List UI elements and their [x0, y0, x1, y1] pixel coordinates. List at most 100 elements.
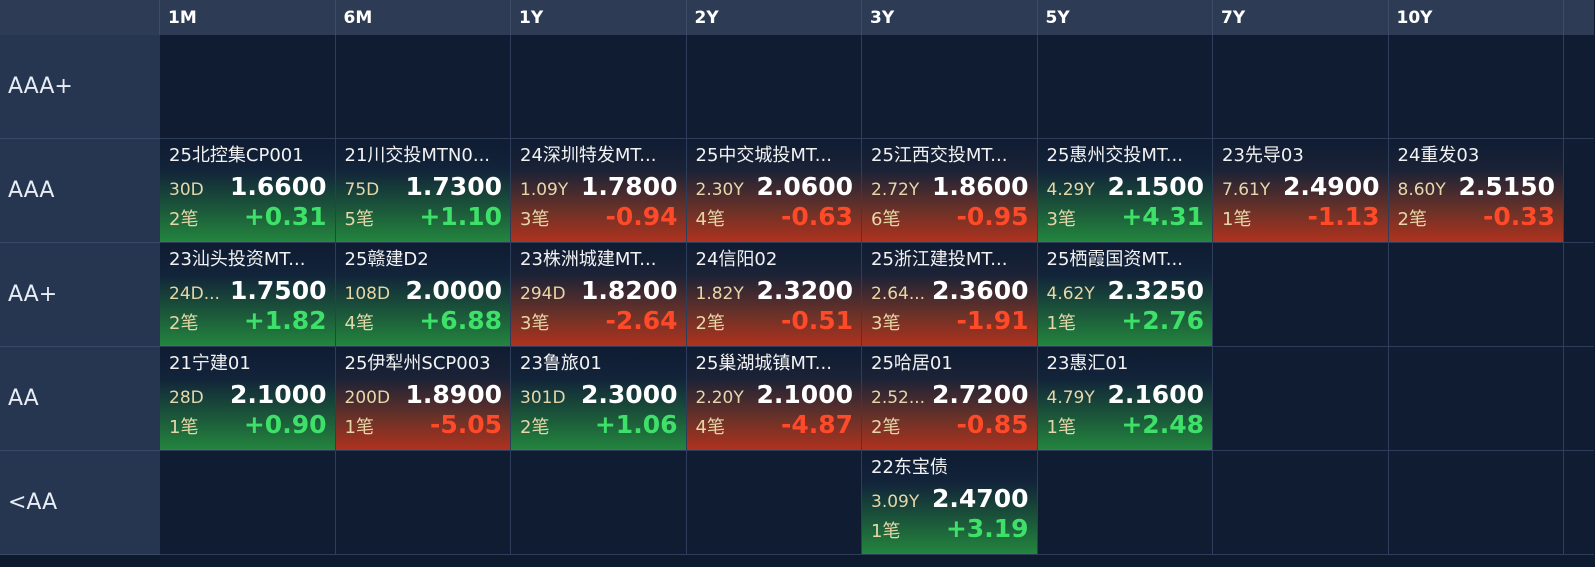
- bond-card[interactable]: 25伊犁州SCP003 200D 1.8900 1笔 -5.05: [335, 347, 511, 451]
- bond-term: 108D: [344, 284, 391, 304]
- column-header-7y[interactable]: 7Y: [1213, 0, 1389, 35]
- trade-count: 2笔: [169, 313, 199, 334]
- yield-change: -0.85: [956, 410, 1029, 439]
- trade-count: 6笔: [871, 209, 901, 230]
- bond-term: 4.29Y: [1046, 180, 1095, 200]
- bond-name: 23汕头投资MT...: [169, 249, 306, 270]
- yield-change: +3.19: [945, 514, 1029, 543]
- row-tail: [1564, 347, 1594, 451]
- bond-card[interactable]: 25哈居01 2.52... 2.7200 2笔 -0.85: [862, 347, 1038, 451]
- matrix-cell: [1213, 347, 1389, 451]
- term-yield-row: 3.09Y 2.4700: [871, 484, 1029, 513]
- bond-card[interactable]: 25北控集CP001 30D 1.6600 2笔 +0.31: [160, 139, 336, 243]
- term-yield-row: 108D 2.0000: [344, 276, 503, 305]
- matrix-cell: [1388, 347, 1564, 451]
- count-change-row: 1笔 +2.76: [1047, 306, 1205, 335]
- bond-yield: 1.6600: [230, 172, 327, 201]
- bond-yield: 2.5150: [1458, 172, 1555, 201]
- trade-count: 3笔: [871, 313, 901, 334]
- bond-card[interactable]: 23惠汇01 4.79Y 2.1600 1笔 +2.48: [1037, 347, 1213, 451]
- bond-name: 25哈居01: [871, 353, 953, 374]
- bond-term: 3.09Y: [871, 492, 920, 512]
- bond-card[interactable]: 24深圳特发MT... 1.09Y 1.7800 3笔 -0.94: [511, 139, 687, 243]
- bond-term: 24D...: [169, 284, 220, 304]
- column-header-2y[interactable]: 2Y: [686, 0, 862, 35]
- column-header-6m[interactable]: 6M: [335, 0, 511, 35]
- bond-card[interactable]: 21宁建01 28D 2.1000 1笔 +0.90: [160, 347, 336, 451]
- bond-name: 24深圳特发MT...: [520, 145, 657, 166]
- column-header-3y[interactable]: 3Y: [862, 0, 1038, 35]
- row-tail: [1564, 35, 1594, 139]
- count-change-row: 2笔 +1.82: [169, 306, 327, 335]
- bond-term: 2.64...: [871, 284, 926, 304]
- bond-card[interactable]: 25赣建D2 108D 2.0000 4笔 +6.88: [335, 243, 511, 347]
- matrix-cell: [1213, 243, 1389, 347]
- term-yield-row: 1.82Y 2.3200: [696, 276, 854, 305]
- bond-name: 25北控集CP001: [169, 145, 304, 166]
- yield-change: -0.63: [780, 202, 853, 231]
- bond-card[interactable]: 23汕头投资MT... 24D... 1.7500 2笔 +1.82: [160, 243, 336, 347]
- count-change-row: 2笔 -0.85: [871, 410, 1029, 439]
- bond-yield: 2.1000: [230, 380, 327, 409]
- yield-change: -1.91: [956, 306, 1029, 335]
- term-yield-row: 28D 2.1000: [169, 380, 327, 409]
- column-header-1y[interactable]: 1Y: [511, 0, 687, 35]
- count-change-row: 4笔 -4.87: [696, 410, 854, 439]
- bond-name: 21宁建01: [169, 353, 251, 374]
- bond-card[interactable]: 23先导03 7.61Y 2.4900 1笔 -1.13: [1213, 139, 1389, 243]
- term-yield-row: 2.64... 2.3600: [871, 276, 1029, 305]
- yield-change: +2.48: [1121, 410, 1204, 439]
- column-header-10y[interactable]: 10Y: [1388, 0, 1564, 35]
- matrix-cell: [511, 35, 687, 139]
- bond-card[interactable]: 21川交投MTN0... 75D 1.7300 5笔 +1.10: [335, 139, 511, 243]
- yield-change: +1.82: [243, 306, 327, 335]
- trade-count: 1笔: [169, 417, 199, 438]
- bond-term: 294D: [520, 284, 566, 304]
- matrix-cell: [1213, 35, 1389, 139]
- count-change-row: 2笔 -0.51: [696, 306, 854, 335]
- yield-change: +6.88: [419, 306, 502, 335]
- matrix-cell: [1388, 35, 1564, 139]
- bond-yield: 2.4900: [1283, 172, 1380, 201]
- bond-card[interactable]: 25浙江建投MT... 2.64... 2.3600 3笔 -1.91: [862, 243, 1038, 347]
- matrix-cell: [1388, 451, 1564, 555]
- bond-yield: 2.0600: [756, 172, 853, 201]
- yield-change: -0.94: [605, 202, 678, 231]
- bond-card[interactable]: 24信阳02 1.82Y 2.3200 2笔 -0.51: [686, 243, 862, 347]
- bond-yield: 1.8900: [405, 380, 502, 409]
- column-header-1m[interactable]: 1M: [160, 0, 336, 35]
- header-tail: [1564, 0, 1594, 35]
- yield-change: -0.33: [1482, 202, 1555, 231]
- bond-name: 25江西交投MT...: [871, 145, 1008, 166]
- bond-card[interactable]: 25巢湖城镇MT... 2.20Y 2.1000 4笔 -4.87: [686, 347, 862, 451]
- yield-change: -4.87: [780, 410, 853, 439]
- count-change-row: 1笔 -1.13: [1222, 202, 1380, 231]
- bond-term: 30D: [169, 180, 204, 200]
- column-header-5y[interactable]: 5Y: [1037, 0, 1213, 35]
- bond-card[interactable]: 25中交城投MT... 2.30Y 2.0600 4笔 -0.63: [686, 139, 862, 243]
- bond-term: 301D: [520, 388, 566, 408]
- bond-card[interactable]: 23株洲城建MT... 294D 1.8200 3笔 -2.64: [511, 243, 687, 347]
- bond-card[interactable]: 22东宝债 3.09Y 2.4700 1笔 +3.19: [862, 451, 1038, 555]
- row-tail: [1564, 243, 1594, 347]
- bond-card[interactable]: 25惠州交投MT... 4.29Y 2.1500 3笔 +4.31: [1037, 139, 1213, 243]
- bond-card[interactable]: 23鲁旅01 301D 2.3000 2笔 +1.06: [511, 347, 687, 451]
- term-yield-row: 30D 1.6600: [169, 172, 327, 201]
- count-change-row: 1笔 +2.48: [1047, 410, 1205, 439]
- trade-count: 1笔: [344, 417, 374, 438]
- matrix-cell: [686, 35, 862, 139]
- count-change-row: 3笔 +4.31: [1047, 202, 1205, 231]
- term-yield-row: 2.30Y 2.0600: [696, 172, 854, 201]
- bond-card[interactable]: 25栖霞国资MT... 4.62Y 2.3250 1笔 +2.76: [1037, 243, 1213, 347]
- trade-count: 5笔: [344, 209, 374, 230]
- yield-change: +0.90: [243, 410, 327, 439]
- term-yield-row: 2.52... 2.7200: [871, 380, 1029, 409]
- row-label-aaa: AAA: [0, 139, 160, 243]
- trade-count: 2笔: [520, 417, 550, 438]
- yield-change: +4.31: [1121, 202, 1204, 231]
- term-yield-row: 4.62Y 2.3250: [1047, 276, 1205, 305]
- bond-card[interactable]: 24重发03 8.60Y 2.5150 2笔 -0.33: [1388, 139, 1564, 243]
- yield-change: -1.13: [1307, 202, 1380, 231]
- count-change-row: 6笔 -0.95: [871, 202, 1029, 231]
- bond-card[interactable]: 25江西交投MT... 2.72Y 1.8600 6笔 -0.95: [862, 139, 1038, 243]
